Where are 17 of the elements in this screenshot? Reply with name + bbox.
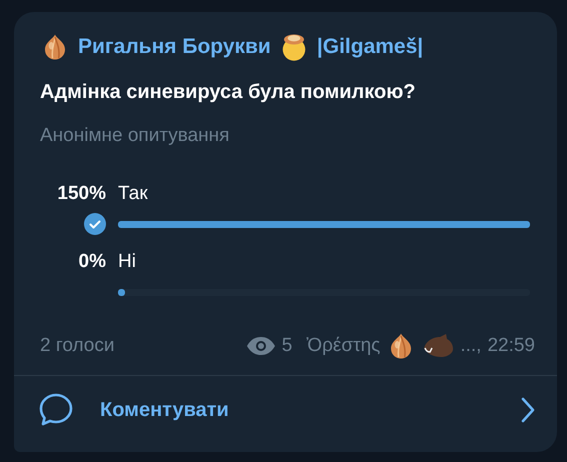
poll-question: Адмінка синевируса була помилкою?: [40, 81, 417, 104]
option-percent: 0%: [78, 251, 106, 273]
speech-bubble-icon: [38, 392, 74, 428]
comments-button[interactable]: Коментувати: [14, 375, 557, 452]
sender-suffix[interactable]: |Gilgameš|: [316, 35, 424, 59]
author-tail: ...,: [460, 335, 482, 357]
author-name: Ὀρέστης: [306, 335, 380, 357]
option-percent: 150%: [56, 183, 106, 205]
eye-icon: [246, 336, 276, 356]
option-label: Так: [118, 183, 149, 205]
chevron-right-icon: [521, 397, 535, 423]
vote-count: 2 голоси: [40, 335, 116, 357]
sender-name[interactable]: Ригальня Борукви: [78, 35, 271, 59]
poll-type: Анонімне опитування: [40, 125, 230, 147]
message-time: 22:59: [487, 335, 535, 357]
option-label: Ні: [118, 251, 137, 273]
view-count: 5: [282, 335, 292, 357]
